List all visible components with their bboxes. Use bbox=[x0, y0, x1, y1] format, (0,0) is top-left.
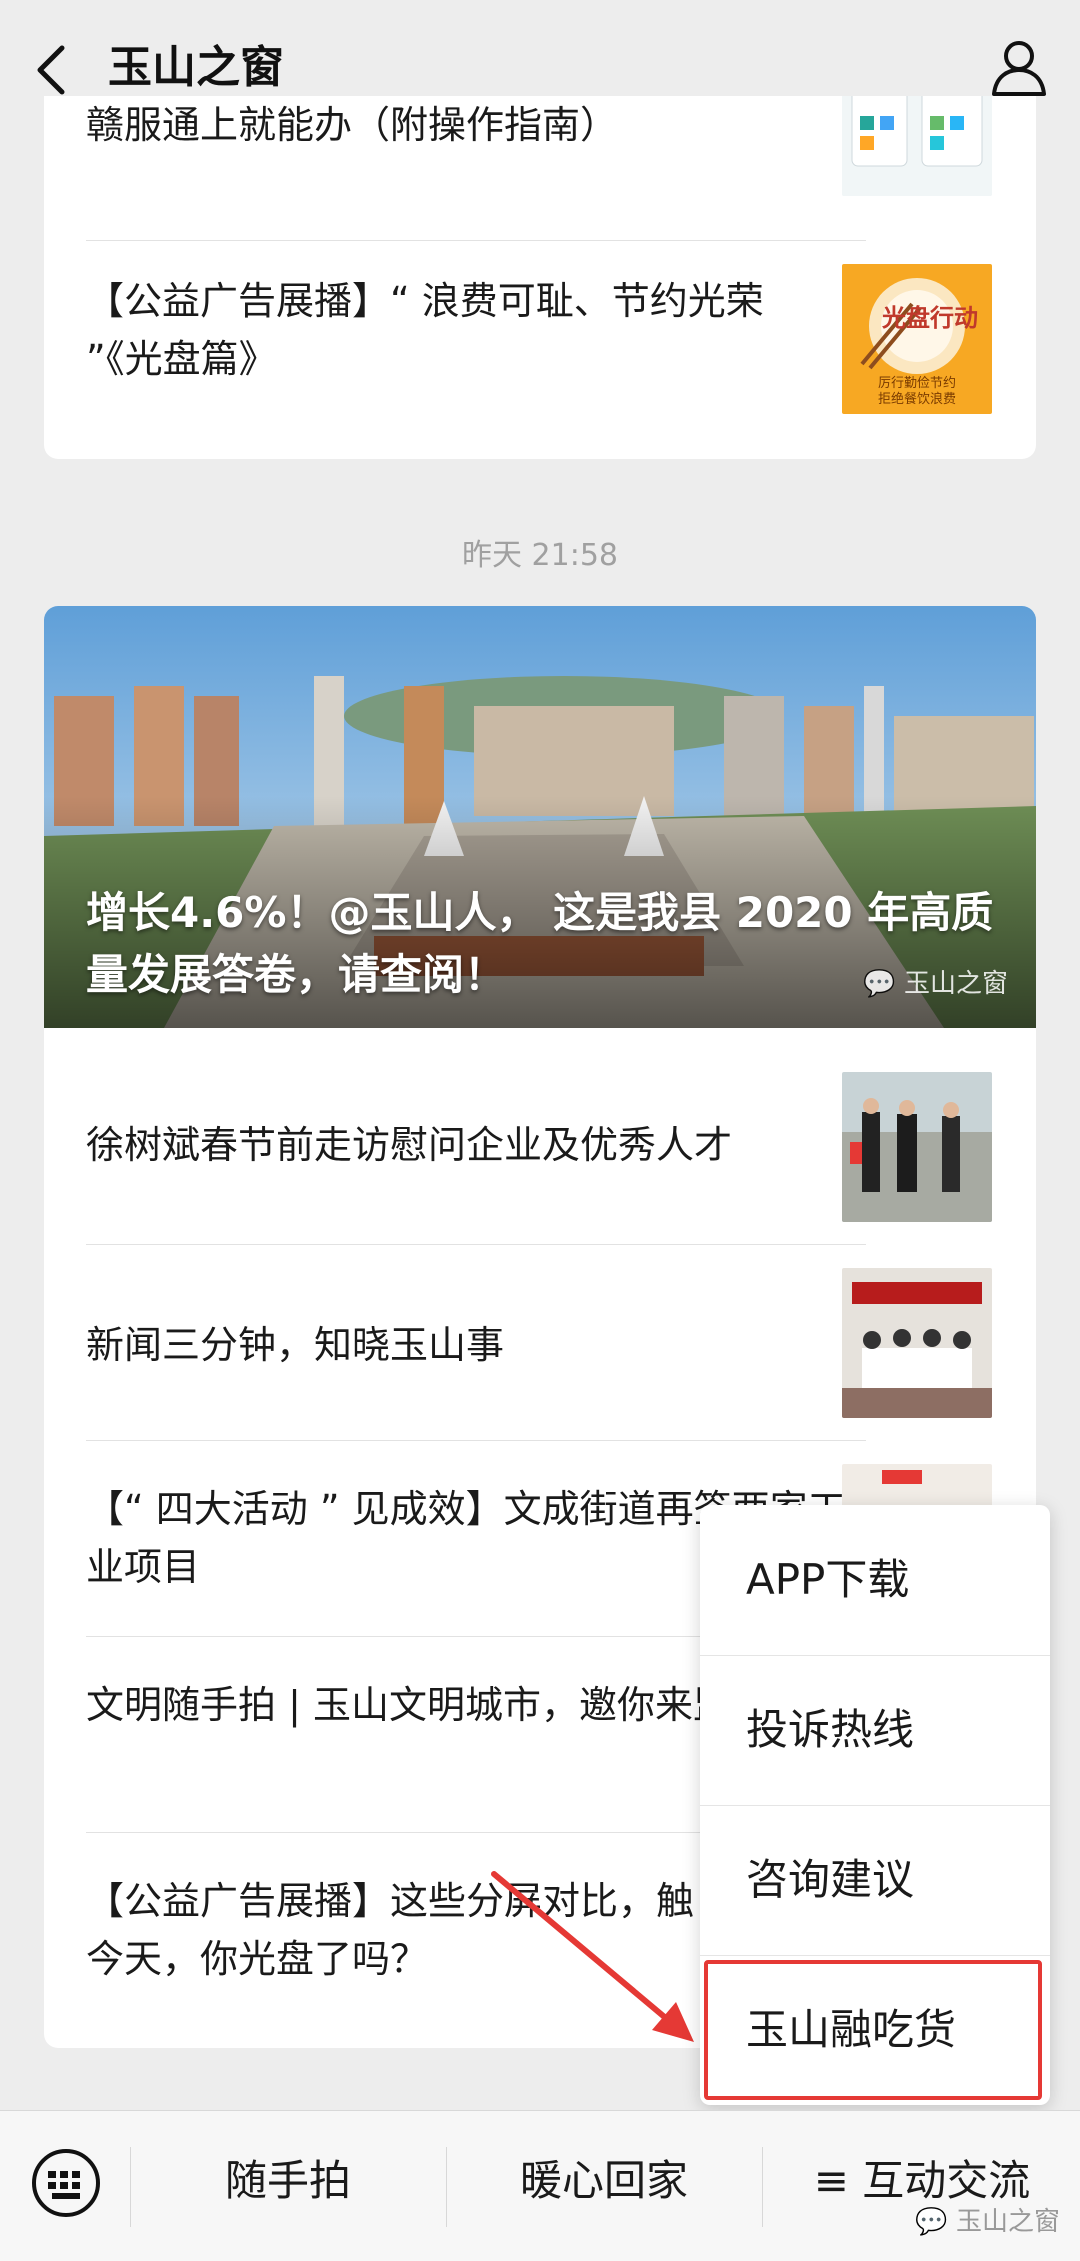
tab-divider bbox=[446, 2147, 447, 2227]
thumbnail-caption: 厉行勤俭节约 bbox=[877, 376, 956, 391]
profile-icon[interactable] bbox=[988, 36, 1050, 98]
article-title: 徐树斌春节前走访慰问企业及优秀人才 bbox=[86, 1123, 733, 1167]
tab-divider bbox=[762, 2147, 763, 2227]
divider bbox=[86, 1440, 866, 1441]
message-timestamp: 昨天 21:58 bbox=[462, 538, 618, 573]
menu-item-app-download[interactable]: APP下载 bbox=[700, 1505, 1050, 1655]
page-title: 玉山之窗 bbox=[108, 42, 284, 93]
tab-warm-home[interactable]: 暖心回家 bbox=[448, 2141, 760, 2221]
tab-snapshot[interactable]: 随手拍 bbox=[132, 2141, 444, 2221]
annotation-arrow bbox=[491, 1871, 694, 2042]
menu-item-label: APP下载 bbox=[746, 1555, 910, 1604]
list-item[interactable]: 新闻三分钟，知晓玉山事 bbox=[86, 1316, 866, 1374]
article-thumbnail[interactable] bbox=[842, 96, 992, 196]
hero-article[interactable]: 增长4.6%！@玉山人， 这是我县 2020 年高质量发展答卷，请查阅！ 💬 玉… bbox=[44, 606, 1036, 1028]
menu-item-consult-suggest[interactable]: 咨询建议 bbox=[700, 1805, 1050, 1955]
wechat-icon: 💬 bbox=[863, 969, 896, 999]
list-item[interactable]: 赣服通上就能办（附操作指南） bbox=[86, 96, 866, 154]
hero-watermark: 💬 玉山之窗 bbox=[863, 963, 1008, 1000]
menu-item-complaint-hotline[interactable]: 投诉热线 bbox=[700, 1655, 1050, 1805]
article-title: 赣服通上就能办（附操作指南） bbox=[86, 103, 619, 147]
article-title: 新闻三分钟，知晓玉山事 bbox=[86, 1323, 505, 1367]
article-thumbnail[interactable] bbox=[842, 1268, 992, 1418]
bottom-menu-bar: 随手拍 暖心回家 ≡ 互动交流 💬 玉山之窗 bbox=[0, 2110, 1080, 2261]
back-arrow-icon[interactable] bbox=[32, 40, 72, 100]
footer-watermark: 💬 玉山之窗 bbox=[915, 2201, 1060, 2238]
list-item[interactable]: 【公益广告展播】“ 浪费可耻、节约光荣 ”《光盘篇》 bbox=[86, 272, 826, 388]
thumbnail-caption: 拒绝餐饮浪费 bbox=[877, 392, 956, 407]
watermark-text: 玉山之窗 bbox=[955, 2207, 1060, 2237]
wechat-icon: 💬 bbox=[915, 2207, 948, 2237]
highlight-annotation-box bbox=[704, 1960, 1042, 2100]
article-thumbnail[interactable] bbox=[842, 1072, 992, 1222]
divider bbox=[86, 240, 866, 241]
tab-divider bbox=[130, 2147, 131, 2227]
menu-item-label: 投诉热线 bbox=[746, 1705, 915, 1754]
keyboard-icon[interactable] bbox=[30, 2147, 102, 2219]
divider bbox=[86, 1244, 866, 1245]
menu-item-label: 咨询建议 bbox=[746, 1855, 915, 1904]
article-thumbnail[interactable]: 光盘行动 厉行勤俭节约 拒绝餐饮浪费 bbox=[842, 264, 992, 414]
article-card-previous: 赣服通上就能办（附操作指南） 【公益广告展播】“ 浪费可耻、节约光荣 ”《光盘篇… bbox=[44, 96, 1036, 459]
article-title: 【公益广告展播】“ 浪费可耻、节约光荣 ”《光盘篇》 bbox=[86, 279, 764, 381]
watermark-text: 玉山之窗 bbox=[903, 969, 1008, 999]
thumbnail-text: 光盘行动 bbox=[882, 304, 978, 332]
